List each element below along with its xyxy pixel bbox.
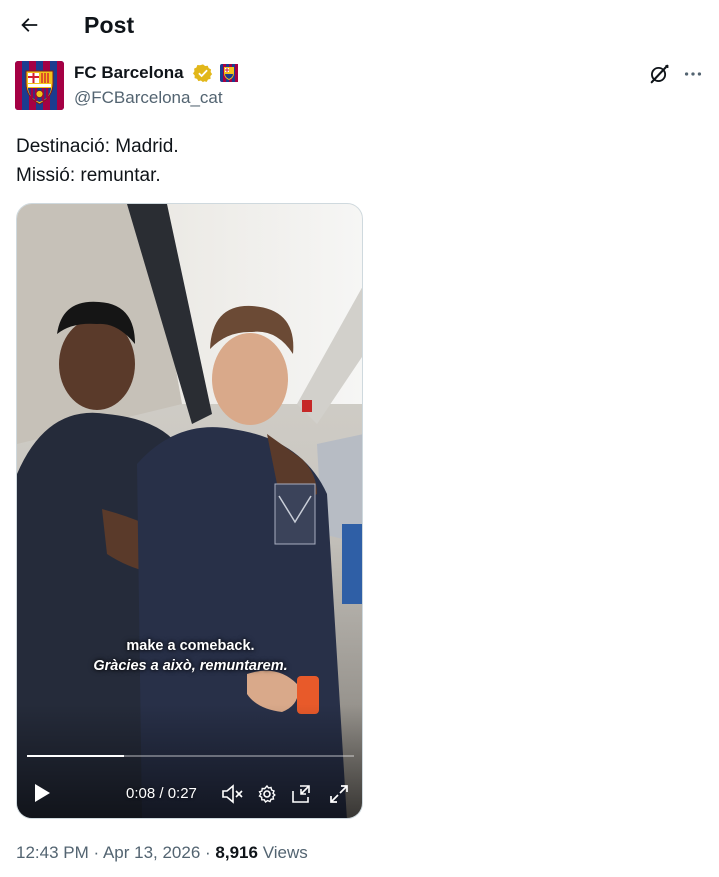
tweet-line: Destinació: Madrid. — [16, 136, 179, 157]
author-name[interactable]: FC Barcelona — [74, 63, 184, 83]
more-dots-icon — [684, 72, 702, 76]
subtitle-catalan: Gràcies a això, remuntarem. — [93, 658, 288, 674]
play-icon — [35, 784, 50, 802]
settings-button[interactable] — [254, 782, 280, 806]
verified-badge-icon — [193, 64, 213, 83]
author-handle[interactable]: @FCBarcelona_cat — [74, 88, 223, 108]
tweet-line: Missió: remuntar. — [16, 165, 161, 186]
views-count: 8,916 — [215, 843, 258, 862]
gear-icon — [258, 784, 276, 804]
post-meta: 12:43 PM · Apr 13, 2026 · 8,916 Views — [16, 843, 308, 863]
volume-muted-icon — [222, 784, 243, 804]
play-button[interactable] — [29, 780, 55, 806]
page-title: Post — [84, 12, 135, 38]
arrow-left-icon — [21, 18, 38, 32]
avatar[interactable] — [15, 61, 64, 110]
subtitle-english: make a comeback. — [126, 638, 255, 654]
pip-button[interactable] — [288, 782, 314, 806]
fc-barcelona-crest-icon — [15, 61, 64, 110]
video-controls: 0:08 / 0:27 — [17, 764, 362, 818]
tweet-text: Destinació: Madrid. Missió: remuntar. — [16, 132, 696, 190]
expand-icon — [330, 785, 348, 803]
mute-button[interactable] — [220, 782, 246, 806]
grok-button[interactable] — [646, 61, 672, 87]
back-button[interactable] — [12, 8, 46, 42]
meta-separator: · — [88, 843, 103, 862]
post-time[interactable]: 12:43 PM — [16, 843, 89, 862]
fullscreen-button[interactable] — [326, 782, 352, 806]
meta-separator: · — [200, 843, 216, 862]
more-options-button[interactable] — [680, 61, 706, 87]
video-player[interactable]: make a comeback. Gràcies a això, remunta… — [16, 203, 363, 819]
video-progress-bar[interactable] — [27, 755, 354, 757]
post-page: Post FC Barcelona @FCBarcelona_cat Desti… — [0, 0, 719, 877]
video-time: 0:08 / 0:27 — [126, 785, 197, 802]
grok-icon — [650, 64, 669, 84]
video-progress-fill — [27, 755, 124, 757]
header: Post — [0, 0, 719, 52]
video-frame — [17, 204, 362, 818]
post-date[interactable]: Apr 13, 2026 — [103, 843, 200, 862]
picture-in-picture-icon — [292, 785, 310, 803]
affiliate-badge-icon — [220, 64, 238, 82]
views-label: Views — [262, 843, 308, 862]
